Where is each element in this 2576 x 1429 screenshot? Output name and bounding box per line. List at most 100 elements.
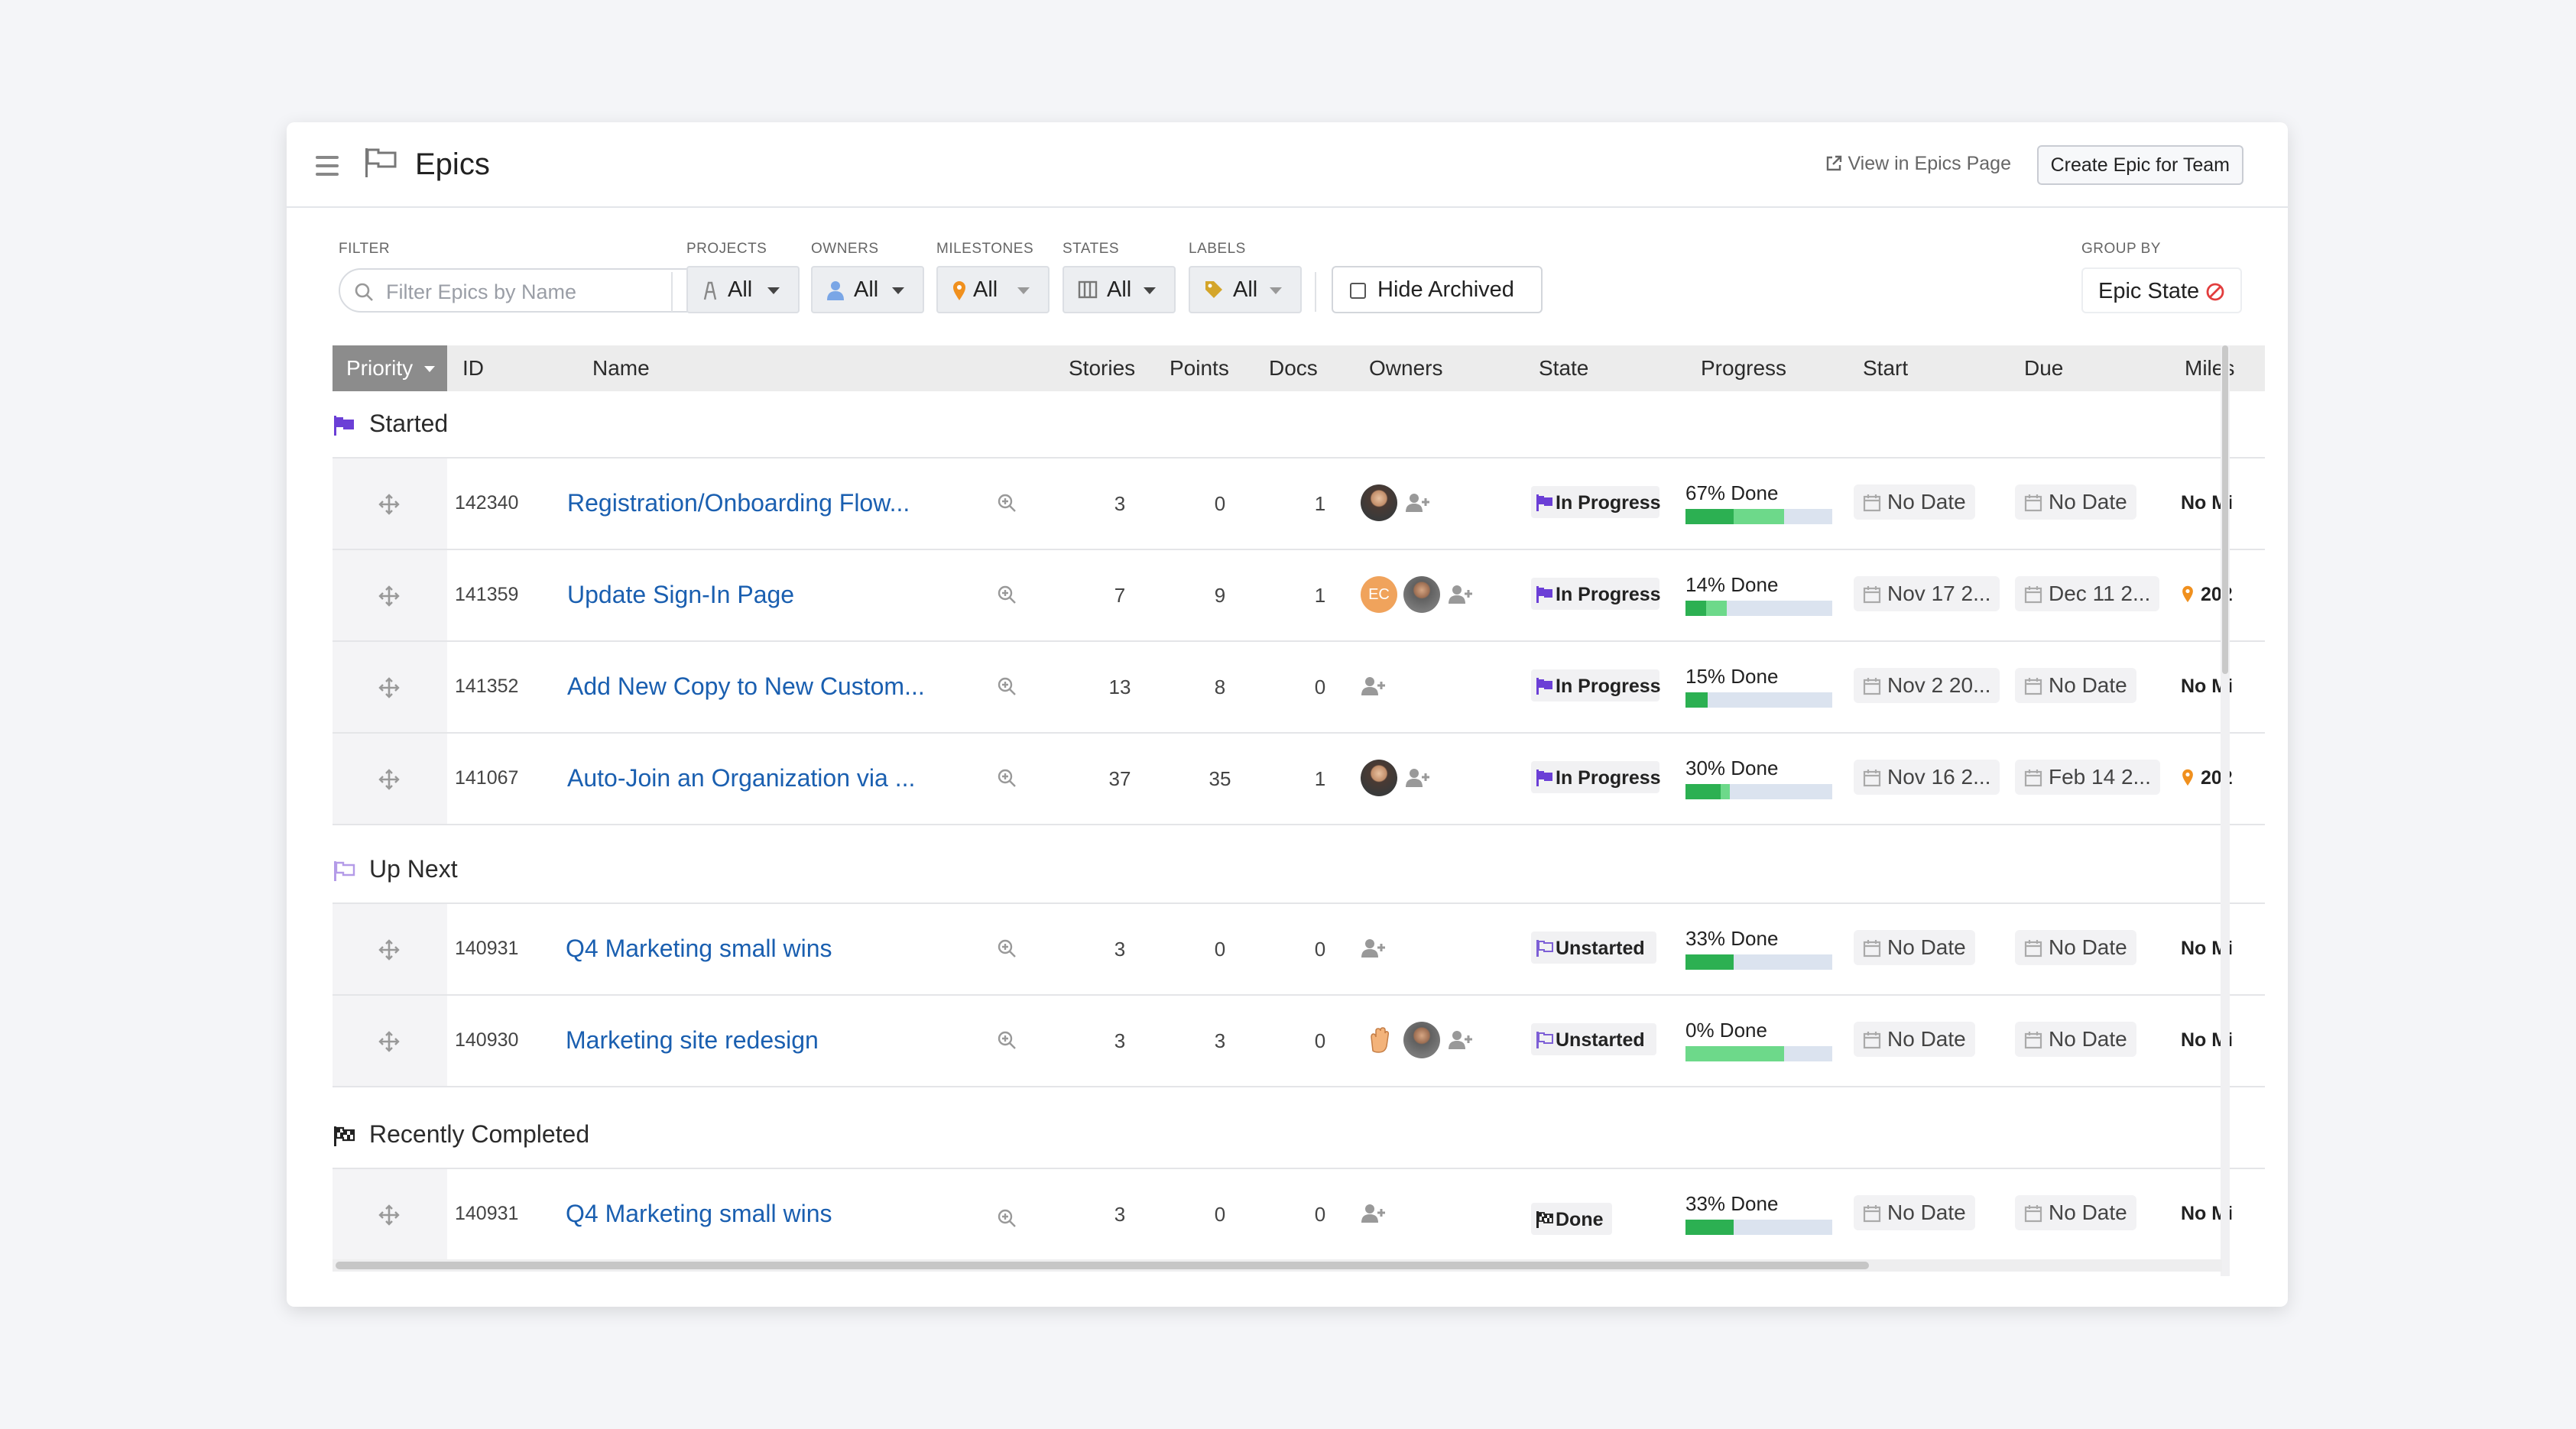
points-header[interactable]: Points (1170, 356, 1229, 381)
drag-handle[interactable] (333, 1169, 447, 1259)
priority-sort-header[interactable]: Priority (333, 345, 447, 391)
start-date[interactable]: No Date (1854, 930, 1975, 965)
progress-bar (1685, 692, 1832, 708)
state-badge[interactable]: In Progress (1531, 578, 1661, 610)
due-date[interactable]: No Date (2015, 1022, 2136, 1057)
docs-header[interactable]: Docs (1269, 356, 1318, 381)
labels-dropdown[interactable]: All (1189, 266, 1302, 313)
owners-header[interactable]: Owners (1369, 356, 1442, 381)
due-date[interactable]: No Date (2015, 930, 2136, 965)
due-date[interactable]: No Date (2015, 484, 2136, 520)
table-row[interactable]: 140931 Q4 Marketing small wins 3 0 0 Uns… (333, 902, 2265, 994)
table-row[interactable]: 140930 Marketing site redesign 3 3 0 Uns… (333, 994, 2265, 1087)
points-count: 35 (1209, 767, 1231, 790)
epic-name-link[interactable]: Add New Copy to New Custom... (567, 672, 925, 701)
group-by-selector[interactable]: Epic State (2081, 267, 2242, 313)
avatar[interactable] (1403, 576, 1440, 613)
table-row[interactable]: 141067 Auto-Join an Organization via ...… (333, 732, 2265, 825)
name-header[interactable]: Name (592, 356, 650, 381)
epic-name-link[interactable]: Registration/Onboarding Flow... (567, 489, 910, 517)
zoom-icon[interactable] (996, 767, 1017, 789)
drag-handle[interactable] (333, 904, 447, 994)
add-owner-icon[interactable] (1405, 767, 1431, 789)
table-row[interactable]: 142340 Registration/Onboarding Flow... 3… (333, 457, 2265, 549)
checkbox-icon[interactable] (1350, 283, 1366, 299)
divider (671, 272, 673, 312)
owners-dropdown[interactable]: All (811, 266, 924, 313)
menu-icon[interactable] (316, 156, 339, 181)
avatar[interactable] (1361, 484, 1397, 521)
start-date[interactable]: No Date (1854, 484, 1975, 520)
progress-header[interactable]: Progress (1701, 356, 1786, 381)
state-badge[interactable]: Done (1531, 1203, 1612, 1235)
progress-fill-done (1685, 692, 1708, 708)
drag-handle[interactable] (333, 642, 447, 732)
epic-name-link[interactable]: Q4 Marketing small wins (566, 935, 832, 963)
drag-handle[interactable] (333, 550, 447, 640)
avatar[interactable] (1403, 1022, 1440, 1058)
add-owner-icon[interactable] (1361, 1203, 1387, 1224)
hide-archived-toggle[interactable]: Hide Archived (1332, 266, 1543, 313)
horizontal-scrollbar[interactable] (333, 1259, 2222, 1272)
state-badge[interactable]: Unstarted (1531, 932, 1656, 964)
due-date[interactable]: No Date (2015, 668, 2136, 703)
due-header[interactable]: Due (2024, 356, 2063, 381)
state-badge[interactable]: In Progress (1531, 761, 1661, 793)
start-date-label: Nov 2 20... (1887, 673, 1991, 697)
view-in-epics-link[interactable]: View in Epics Page (1825, 153, 2011, 175)
drag-handle[interactable] (333, 459, 447, 549)
state-label: In Progress (1556, 584, 1661, 605)
move-icon (378, 585, 400, 607)
add-owner-icon[interactable] (1448, 1029, 1474, 1051)
unstarted-flag-icon (1536, 1032, 1553, 1048)
start-date[interactable]: No Date (1854, 1195, 1975, 1230)
start-date[interactable]: Nov 16 2... (1854, 760, 2000, 795)
add-owner-icon[interactable] (1361, 938, 1387, 959)
add-owner-icon[interactable] (1405, 492, 1431, 514)
add-owner-icon[interactable] (1448, 584, 1474, 605)
id-header[interactable]: ID (462, 356, 484, 381)
zoom-icon[interactable] (996, 584, 1017, 605)
add-owner-icon[interactable] (1361, 676, 1387, 697)
start-date[interactable]: No Date (1854, 1022, 1975, 1057)
epic-name-link[interactable]: Marketing site redesign (566, 1026, 819, 1055)
zoom-icon[interactable] (996, 1207, 1017, 1229)
zoom-icon[interactable] (996, 1029, 1017, 1051)
scrollbar-thumb[interactable] (2222, 345, 2228, 674)
start-date[interactable]: Nov 2 20... (1854, 668, 2000, 703)
start-date[interactable]: Nov 17 2... (1854, 576, 2000, 611)
table-row[interactable]: 141359 Update Sign-In Page 7 9 1 EC In P… (333, 549, 2265, 640)
milestones-dropdown[interactable]: All (936, 266, 1050, 313)
state-badge[interactable]: Unstarted (1531, 1023, 1656, 1055)
zoom-icon[interactable] (996, 938, 1017, 959)
scrollbar-thumb[interactable] (336, 1262, 1869, 1269)
table-row[interactable]: 141352 Add New Copy to New Custom... 13 … (333, 640, 2265, 732)
states-dropdown[interactable]: All (1063, 266, 1176, 313)
project-icon (703, 281, 717, 300)
epic-name-link[interactable]: Update Sign-In Page (567, 581, 794, 609)
stories-header[interactable]: Stories (1069, 356, 1135, 381)
epic-name-link[interactable]: Auto-Join an Organization via ... (567, 764, 915, 792)
due-date[interactable]: Dec 11 2... (2015, 576, 2160, 611)
create-epic-button[interactable]: Create Epic for Team (2036, 145, 2243, 185)
state-badge[interactable]: In Progress (1531, 669, 1661, 702)
state-header[interactable]: State (1539, 356, 1588, 381)
epic-name-link[interactable]: Q4 Marketing small wins (566, 1200, 832, 1228)
drag-handle[interactable] (333, 996, 447, 1086)
hand-emoji-avatar[interactable] (1361, 1022, 1397, 1058)
docs-count: 0 (1314, 1203, 1326, 1226)
avatar[interactable] (1361, 760, 1397, 796)
clear-icon[interactable] (2205, 282, 2225, 302)
state-badge[interactable]: In Progress (1531, 486, 1661, 518)
due-date[interactable]: No Date (2015, 1195, 2136, 1230)
zoom-icon[interactable] (996, 676, 1017, 697)
docs-count: 0 (1314, 938, 1326, 961)
avatar[interactable]: EC (1361, 576, 1397, 613)
start-header[interactable]: Start (1863, 356, 1908, 381)
due-date[interactable]: Feb 14 2... (2015, 760, 2160, 795)
projects-dropdown[interactable]: All (686, 266, 800, 313)
vertical-scrollbar[interactable] (2221, 345, 2230, 1276)
zoom-icon[interactable] (996, 492, 1017, 514)
table-row[interactable]: 140931 Q4 Marketing small wins 3 0 0 Don… (333, 1168, 2265, 1259)
drag-handle[interactable] (333, 734, 447, 824)
